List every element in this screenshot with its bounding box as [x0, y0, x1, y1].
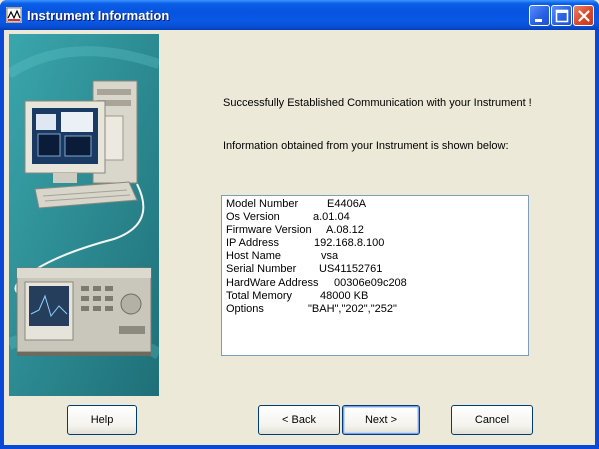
instrument-illustration	[9, 34, 159, 396]
info-label: Options	[226, 302, 264, 315]
instrument-information-window: Instrument Information Successfully Esta…	[0, 0, 599, 449]
info-row-firmware-version: Firmware Version A.08.12	[225, 224, 525, 237]
info-value: a.01.04	[313, 211, 350, 224]
info-row-options: Options "BAH","202","252"	[225, 303, 525, 316]
close-button[interactable]	[573, 5, 594, 26]
info-value: 00306e09c208	[334, 276, 407, 289]
dialog-client-area: Successfully Established Communication w…	[4, 30, 595, 445]
title-bar[interactable]: Instrument Information	[0, 0, 599, 30]
maximize-button[interactable]	[551, 5, 572, 26]
info-row-ip-address: IP Address 192.168.8.100	[225, 237, 525, 250]
info-intro-text: Information obtained from your Instrumen…	[223, 140, 509, 152]
info-row-model-number: Model Number E4406A	[225, 198, 525, 211]
info-label: Host Name	[226, 250, 282, 263]
info-value: A.08.12	[326, 224, 364, 237]
info-value: 192.168.8.100	[314, 237, 385, 250]
info-row-host-name: Host Name vsa	[225, 250, 525, 263]
info-value: US41152761	[319, 263, 383, 276]
info-value: 48000 KB	[320, 289, 369, 302]
back-button[interactable]: < Back	[258, 405, 340, 435]
info-value: "BAH","202","252"	[308, 302, 397, 315]
window-title: Instrument Information	[27, 8, 170, 23]
info-label: HardWare Address	[226, 276, 319, 289]
info-label: Total Memory	[226, 289, 293, 302]
info-label: Serial Number	[226, 263, 297, 276]
cancel-button-label: Cancel	[474, 414, 510, 426]
info-row-os-version: Os Version a.01.04	[225, 211, 525, 224]
help-button[interactable]: Help	[67, 405, 137, 435]
next-button-label: Next >	[364, 414, 398, 426]
info-value: E4406A	[327, 198, 367, 210]
info-row-serial-number: Serial Number US41152761	[225, 263, 525, 276]
next-button[interactable]: Next >	[342, 405, 420, 435]
app-icon	[6, 7, 22, 23]
help-button-label: Help	[90, 414, 114, 426]
info-label: Model Number	[226, 198, 299, 210]
maximize-icon	[555, 9, 569, 23]
success-message: Successfully Established Communication w…	[223, 97, 532, 109]
close-icon	[578, 10, 590, 22]
info-value: vsa	[321, 250, 339, 263]
minimize-button[interactable]	[529, 5, 550, 26]
minimize-icon	[535, 19, 542, 22]
back-button-label: < Back	[282, 414, 316, 426]
info-row-total-memory: Total Memory 48000 KB	[225, 290, 525, 303]
info-row-hardware-address: HardWare Address 00306e09c208	[225, 277, 525, 290]
info-label: IP Address	[226, 237, 279, 250]
instrument-info-textbox[interactable]: Model Number E4406A Os Version a.01.04 F…	[221, 195, 529, 356]
info-label: Os Version	[226, 211, 280, 224]
cancel-button[interactable]: Cancel	[451, 405, 533, 435]
info-label: Firmware Version	[226, 224, 312, 237]
